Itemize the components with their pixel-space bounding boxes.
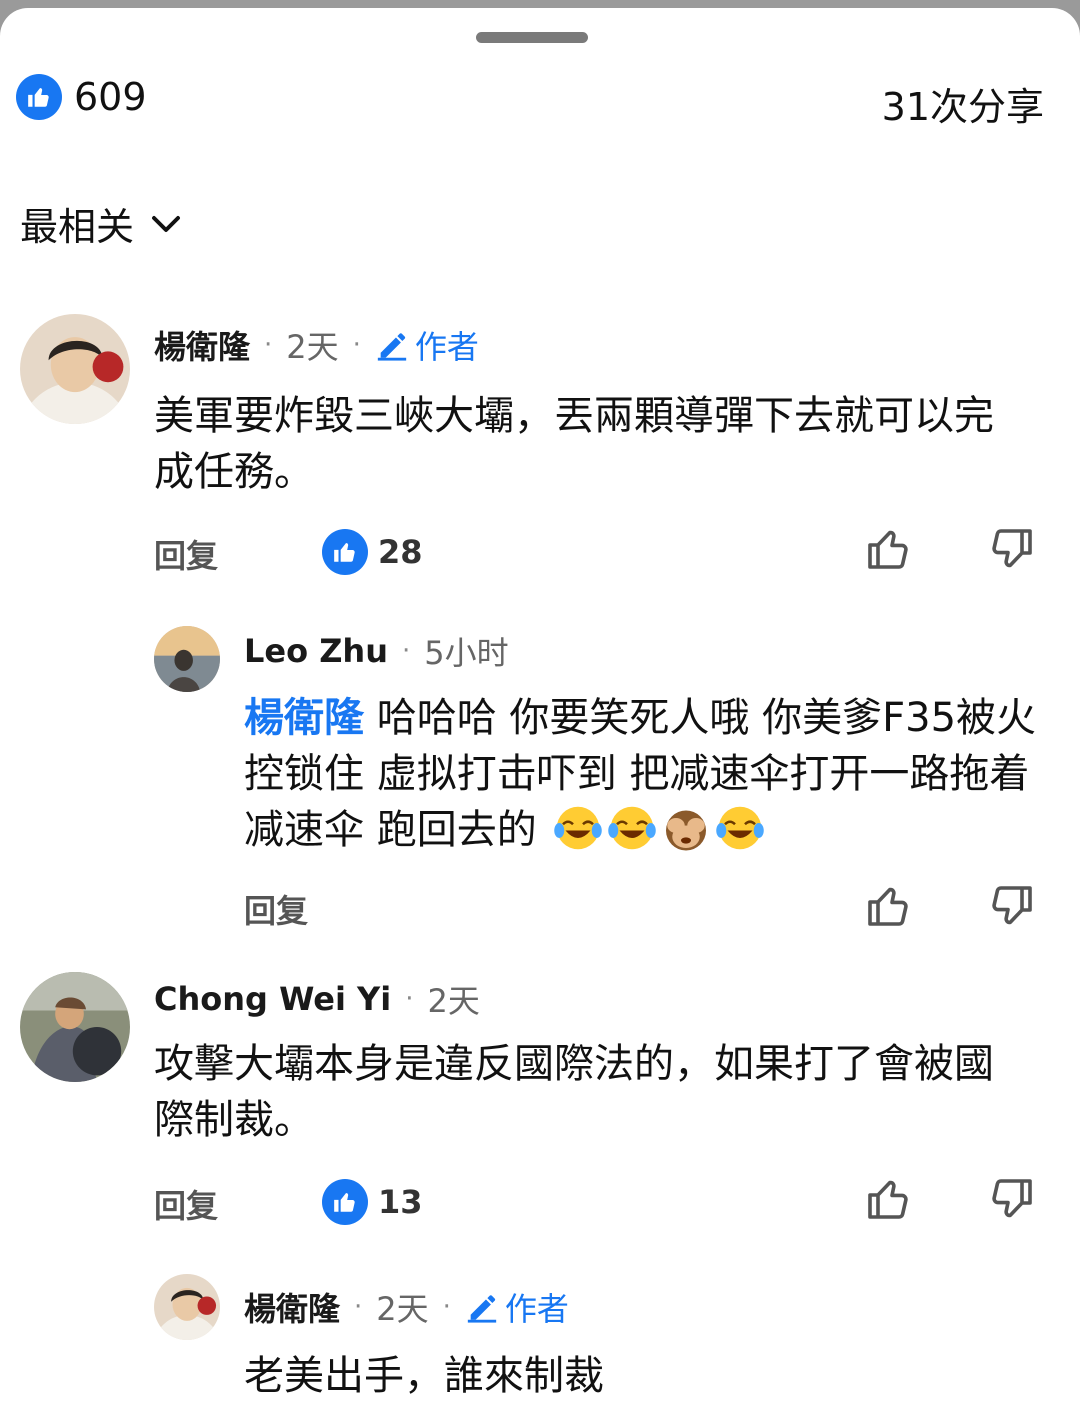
tears-of-joy-emoji <box>553 803 603 853</box>
separator-dot: · <box>405 984 414 1014</box>
comment-text: 攻擊大壩本身是違反國際法的，如果打了會被國際制裁。 <box>154 1041 994 1143</box>
comment-text: 美軍要炸毀三峽大壩，丟兩顆導彈下去就可以完成任務。 <box>154 393 994 495</box>
comment-author-name[interactable]: 楊衛隆 <box>154 322 250 368</box>
pencil-icon <box>467 1295 497 1323</box>
avatar[interactable] <box>20 314 130 424</box>
comment-actions: 回复 13 <box>0 1173 1080 1233</box>
separator-dot: · <box>352 330 361 360</box>
author-badge: 作者 <box>465 1284 569 1330</box>
see-no-evil-monkey-emoji <box>661 803 711 853</box>
reply-button[interactable]: 回复 <box>154 531 218 577</box>
mention-link[interactable]: 楊衛隆 <box>244 695 364 741</box>
comment-actions: 回复 28 <box>0 523 1080 583</box>
tears-of-joy-emoji <box>607 803 657 853</box>
tears-of-joy-emoji <box>715 803 765 853</box>
author-label: 作者 <box>504 1290 569 1328</box>
avatar[interactable] <box>154 1274 220 1340</box>
comments-sheet: 609 31次分享 最相关 楊衛隆 · 2天 · 作者 美軍要炸毀三峽大壩，丟兩… <box>0 8 1080 1418</box>
like-reaction-icon <box>322 529 368 575</box>
separator-dot: · <box>442 1292 451 1322</box>
reply-button[interactable]: 回复 <box>154 1181 218 1227</box>
thumbs-down-icon[interactable] <box>988 525 1036 573</box>
drag-handle[interactable] <box>476 32 588 43</box>
comment-like-count: 28 <box>378 533 423 571</box>
reaction-summary[interactable]: 609 <box>16 74 147 120</box>
separator-dot: · <box>401 636 411 666</box>
avatar[interactable] <box>154 626 220 692</box>
avatar[interactable] <box>20 972 130 1082</box>
thumbs-up-icon[interactable] <box>864 525 912 573</box>
comment-time: 2天 <box>427 982 480 1020</box>
comment-author-name[interactable]: Leo Zhu <box>244 632 388 670</box>
comment-text-block: 楊衛隆 哈哈哈 你要笑死人哦 你美爹F35被火控锁住 虚拟打击吓到 把减速伞打开… <box>244 690 1044 858</box>
shares-count[interactable]: 31次分享 <box>882 76 1044 131</box>
thumbs-down-icon[interactable] <box>988 1175 1036 1223</box>
comment-author-name[interactable]: Chong Wei Yi <box>154 980 391 1018</box>
separator-dot: · <box>354 1292 363 1322</box>
like-reaction-icon <box>16 74 62 120</box>
author-label: 作者 <box>414 328 479 366</box>
comment-text: 老美出手，誰來制裁 <box>244 1353 604 1399</box>
comment-actions: 回复 <box>0 880 1080 940</box>
like-reaction-icon <box>322 1179 368 1225</box>
pencil-icon <box>377 333 407 361</box>
comment-time: 2天 <box>286 328 339 366</box>
comment-time: 5小时 <box>424 634 509 672</box>
separator-dot: · <box>264 330 273 360</box>
comment-reactions[interactable]: 13 <box>322 1179 423 1225</box>
sort-dropdown[interactable]: 最相关 <box>20 196 184 251</box>
sort-label: 最相关 <box>20 205 135 249</box>
comment-like-count: 13 <box>378 1183 423 1221</box>
comment-time: 2天 <box>376 1290 429 1328</box>
likes-count: 609 <box>74 75 147 119</box>
reply-button[interactable]: 回复 <box>244 886 308 932</box>
thumbs-down-icon[interactable] <box>988 882 1036 930</box>
thumbs-up-icon[interactable] <box>864 1175 912 1223</box>
author-badge: 作者 <box>375 322 479 368</box>
comment-reactions[interactable]: 28 <box>322 529 423 575</box>
thumbs-up-icon[interactable] <box>864 882 912 930</box>
chevron-down-icon <box>152 215 180 232</box>
comment-author-name[interactable]: 楊衛隆 <box>244 1284 340 1330</box>
